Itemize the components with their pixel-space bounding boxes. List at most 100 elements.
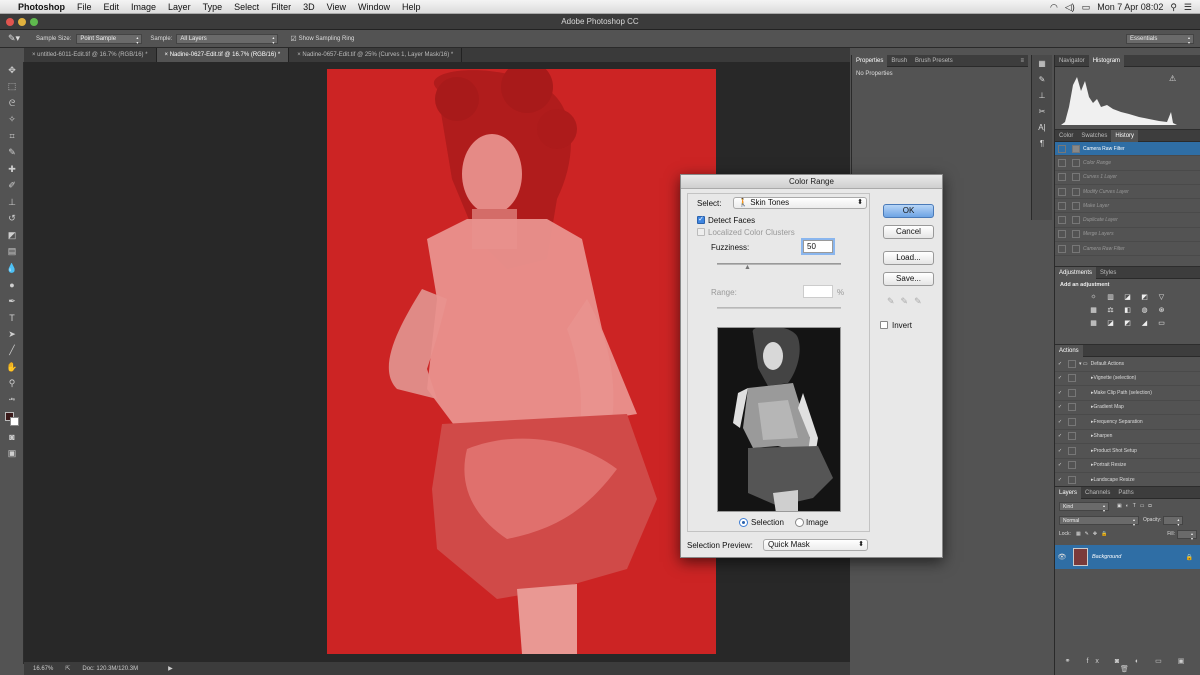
menu-select[interactable]: Select xyxy=(228,2,265,12)
screen-mode-icon[interactable]: ▣ xyxy=(0,445,24,462)
action-dialog-toggle[interactable] xyxy=(1068,374,1076,383)
vibrance-icon[interactable]: ▽ xyxy=(1156,292,1167,301)
document-canvas-quick-mask[interactable] xyxy=(327,69,716,654)
tab-navigator[interactable]: Navigator xyxy=(1055,55,1089,67)
image-radio[interactable] xyxy=(795,518,804,527)
type-tool-icon[interactable]: T xyxy=(0,310,24,327)
action-dialog-toggle[interactable] xyxy=(1068,359,1076,368)
status-menu-arrow-icon[interactable]: ▶ xyxy=(168,665,173,672)
menu-layer[interactable]: Layer xyxy=(162,2,197,12)
clone-stamp-tool-icon[interactable]: ⊥ xyxy=(0,194,24,211)
action-dialog-toggle[interactable] xyxy=(1068,432,1076,441)
invert-checkbox[interactable] xyxy=(880,321,888,329)
photo-filter-icon[interactable]: ◍ xyxy=(1139,305,1150,314)
brush-tool-icon[interactable]: ✐ xyxy=(0,178,24,195)
history-brush-source-icon[interactable] xyxy=(1058,201,1066,210)
spotlight-icon[interactable]: ⚲ xyxy=(1170,2,1177,13)
menu-3d[interactable]: 3D xyxy=(297,2,321,12)
action-check-icon[interactable]: ✓ xyxy=(1055,404,1065,410)
paragraph-panel-icon[interactable]: ¶ xyxy=(1032,135,1052,151)
history-item[interactable]: Curves 1 Layer xyxy=(1055,171,1200,185)
brush-panel-icon[interactable]: ✎ xyxy=(1032,71,1052,87)
path-select-tool-icon[interactable]: ➤ xyxy=(0,326,24,343)
hue-saturation-icon[interactable]: ▦ xyxy=(1088,305,1099,314)
clone-source-icon[interactable]: ⊥ xyxy=(1032,87,1052,103)
fuzziness-field[interactable]: 50 xyxy=(803,240,833,253)
color-balance-icon[interactable]: ⚖ xyxy=(1105,305,1116,314)
action-dialog-toggle[interactable] xyxy=(1068,446,1076,455)
history-item[interactable]: Merge Layers xyxy=(1055,228,1200,243)
tool-presets-icon[interactable]: ✂ xyxy=(1032,103,1052,119)
tab-swatches[interactable]: Swatches xyxy=(1077,130,1111,142)
layer-row-background[interactable]: 👁 Background 🔒 xyxy=(1055,545,1200,569)
action-item[interactable]: ✓ ▸ Portrait Resize xyxy=(1055,459,1200,473)
tab-properties[interactable]: Properties xyxy=(852,54,888,67)
action-check-icon[interactable]: ✓ xyxy=(1055,477,1065,483)
color-lookup-icon[interactable]: ▦ xyxy=(1088,318,1099,327)
eyedropper-add-icon[interactable]: ✎ xyxy=(901,296,915,306)
history-item[interactable]: Make Layer xyxy=(1055,199,1200,214)
history-brush-source-icon[interactable] xyxy=(1058,144,1066,153)
threshold-icon[interactable]: ◢ xyxy=(1139,318,1150,327)
posterize-icon[interactable]: ◩ xyxy=(1122,318,1133,327)
layer-visibility-eye-icon[interactable]: 👁 xyxy=(1055,553,1069,561)
action-dialog-toggle[interactable] xyxy=(1068,475,1076,484)
color-swatches-icon[interactable] xyxy=(0,409,24,429)
fuzziness-slider[interactable] xyxy=(717,263,841,265)
action-check-icon[interactable]: ✓ xyxy=(1055,433,1065,439)
character-panel-icon[interactable]: A| xyxy=(1032,119,1052,135)
range-field[interactable] xyxy=(803,285,833,298)
clock[interactable]: Mon 7 Apr 08:02 xyxy=(1097,2,1163,12)
gradient-map-icon[interactable]: ▭ xyxy=(1156,318,1167,327)
marquee-tool-icon[interactable]: ⬚ xyxy=(0,79,24,96)
sample-select[interactable]: All Layers xyxy=(176,33,279,45)
history-item[interactable]: Color Range xyxy=(1055,156,1200,171)
localized-clusters-checkbox[interactable] xyxy=(697,228,705,236)
action-check-icon[interactable]: ✓ xyxy=(1055,462,1065,468)
battery-icon[interactable]: ▭ xyxy=(1082,2,1091,13)
history-item[interactable]: Modify Curves Layer xyxy=(1055,185,1200,200)
menu-window[interactable]: Window xyxy=(352,2,396,12)
ok-button[interactable]: OK xyxy=(883,204,934,218)
tab-paths[interactable]: Paths xyxy=(1114,487,1137,499)
history-brush-tool-icon[interactable]: ↺ xyxy=(0,211,24,228)
gradient-tool-icon[interactable]: ▤ xyxy=(0,244,24,261)
history-brush-source-icon[interactable] xyxy=(1058,244,1066,253)
show-sampling-ring-checkbox[interactable]: ☑ xyxy=(290,35,296,43)
quick-select-tool-icon[interactable]: ✧ xyxy=(0,112,24,129)
zoom-level[interactable]: 16.67% xyxy=(33,666,53,672)
history-brush-source-icon[interactable] xyxy=(1058,173,1066,182)
blur-tool-icon[interactable]: 💧 xyxy=(0,260,24,277)
tab-untitled-6011[interactable]: × untitled-6011-Edit.tif @ 16.7% (RGB/16… xyxy=(24,48,157,62)
menu-filter[interactable]: Filter xyxy=(265,2,297,12)
tab-layers[interactable]: Layers xyxy=(1055,486,1082,499)
menu-type[interactable]: Type xyxy=(197,2,229,12)
brightness-contrast-icon[interactable]: ☼ xyxy=(1088,292,1099,301)
action-item[interactable]: ✓ ▸ Sharpen xyxy=(1055,430,1200,444)
history-item[interactable]: Camera Raw Filter xyxy=(1055,142,1200,157)
tab-actions[interactable]: Actions xyxy=(1055,344,1083,357)
history-panel-icon[interactable]: ▦ xyxy=(1032,55,1052,71)
line-tool-icon[interactable]: ╱ xyxy=(0,343,24,360)
action-item[interactable]: ✓ ▸ Landscape Resize xyxy=(1055,473,1200,488)
tab-nadine-0627[interactable]: × Nadine-0627-Edit.tif @ 16.7% (RGB/16) … xyxy=(156,48,290,62)
menu-image[interactable]: Image xyxy=(125,2,162,12)
history-brush-source-icon[interactable] xyxy=(1058,216,1066,225)
action-dialog-toggle[interactable] xyxy=(1068,403,1076,412)
move-tool-icon[interactable]: ✥ xyxy=(0,62,24,79)
action-check-icon[interactable]: ✓ xyxy=(1055,375,1065,381)
action-dialog-toggle[interactable] xyxy=(1068,388,1076,397)
crop-tool-icon[interactable]: ⌗ xyxy=(0,128,24,145)
panel-menu-icon[interactable]: ≡ xyxy=(1020,58,1028,64)
notifications-icon[interactable]: ☰ xyxy=(1184,2,1192,13)
action-check-icon[interactable]: ✓ xyxy=(1055,361,1065,367)
action-check-icon[interactable]: ✓ xyxy=(1055,419,1065,425)
volume-icon[interactable]: ◁) xyxy=(1065,2,1075,13)
load-button[interactable]: Load... xyxy=(883,251,934,265)
eyedropper-tool-preset-icon[interactable]: ✎▾ xyxy=(0,33,28,44)
workspace-select[interactable]: Essentials xyxy=(1126,34,1194,45)
invert-icon[interactable]: ◪ xyxy=(1105,318,1116,327)
action-item[interactable]: ✓ ▸ Frequency Separation xyxy=(1055,415,1200,430)
layers-footer-icons[interactable]: ⚭ fx ◙ ◐ ▭ ▣ 🗑 xyxy=(1055,657,1200,673)
action-dialog-toggle[interactable] xyxy=(1068,417,1076,426)
